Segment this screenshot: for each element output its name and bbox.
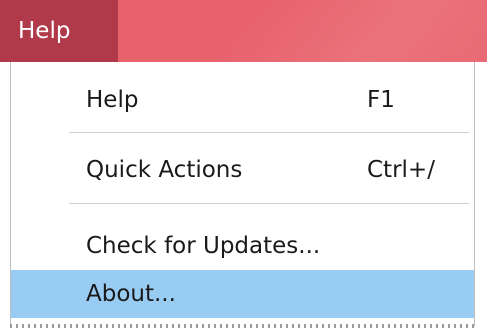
menu-bar: Help (0, 0, 487, 62)
app-window: Help Help F1 Quick Actions Ctrl+/ Check … (0, 0, 487, 334)
menu-item-quick-actions[interactable]: Quick Actions Ctrl+/ (11, 146, 474, 194)
menu-separator (69, 132, 469, 133)
menu-separator (69, 203, 469, 204)
menu-item-help[interactable]: Help F1 (11, 76, 474, 124)
menu-bar-decoration (183, 0, 487, 62)
menu-item-shortcut: Ctrl+/ (367, 157, 435, 183)
menu-item-label: Quick Actions (86, 157, 243, 183)
menu-bottom-edge (10, 324, 475, 328)
menu-item-about[interactable]: About... (11, 270, 474, 318)
menu-item-label: Help (86, 87, 139, 113)
menu-item-shortcut: F1 (367, 87, 395, 113)
menu-item-label: About... (86, 281, 176, 307)
menu-item-check-for-updates[interactable]: Check for Updates... (11, 222, 474, 270)
menu-item-label: Check for Updates... (86, 233, 321, 259)
help-dropdown-menu: Help F1 Quick Actions Ctrl+/ Check for U… (10, 62, 475, 326)
menu-help[interactable]: Help (0, 0, 118, 62)
